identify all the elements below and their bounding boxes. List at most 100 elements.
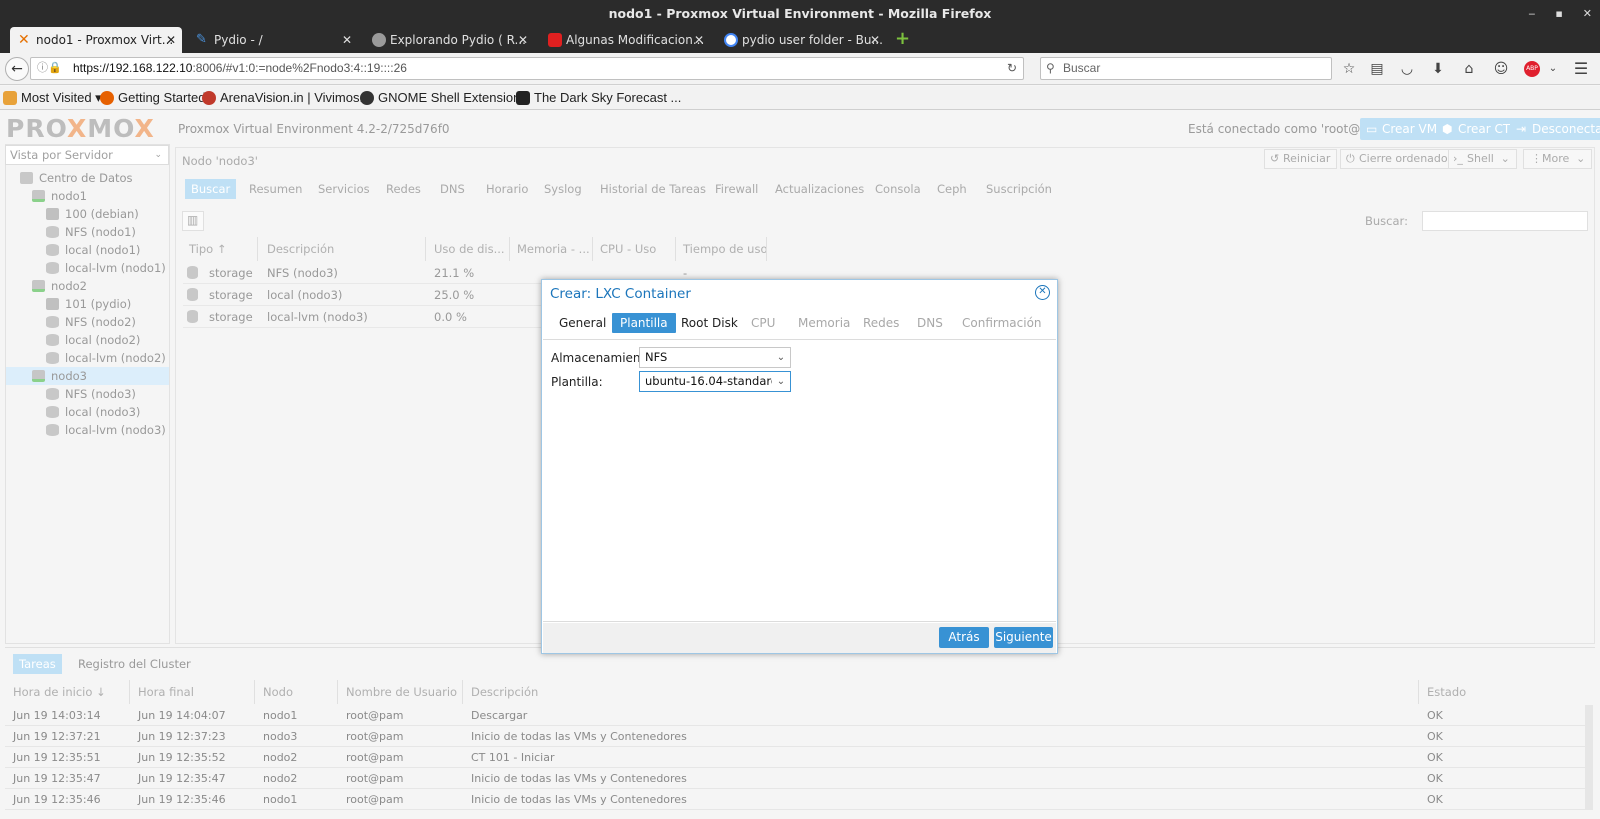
browser-tab[interactable]: Explorando Pydio ( R... ✕ (364, 27, 534, 53)
info-icon[interactable]: ⓘ🔒 (37, 58, 62, 79)
chevron-down-icon[interactable]: ⌄ (1544, 60, 1562, 78)
column-header[interactable]: Hora final (130, 680, 255, 704)
close-icon[interactable]: ✕ (1035, 285, 1050, 300)
column-header[interactable]: Uso de dis... (428, 237, 510, 261)
table-row[interactable]: Jun 19 12:35:51 Jun 19 12:35:52 nodo2 root@… (5, 747, 1585, 768)
restart-button[interactable]: ↺ Reiniciar (1264, 149, 1338, 169)
column-header[interactable]: Hora de inicio ↓ (5, 680, 130, 704)
pocket-icon[interactable]: ◡ (1398, 60, 1416, 78)
tree-item-vm[interactable]: 101 (pydio) (46, 295, 131, 313)
dialog-tab-general[interactable]: General (559, 313, 606, 333)
tab-actualizaciones[interactable]: Actualizaciones (775, 179, 864, 199)
next-step-button[interactable]: Siguiente (994, 627, 1053, 648)
tab-horario[interactable]: Horario (486, 179, 528, 199)
storage-icon (187, 288, 198, 301)
column-header[interactable]: Descripción (261, 237, 426, 261)
tab-ceph[interactable]: Ceph (937, 179, 967, 199)
bookmark-item[interactable]: The Dark Sky Forecast ... (516, 90, 681, 105)
tree-item-storage[interactable]: local-lvm (nodo3) (46, 421, 166, 439)
search-input[interactable]: ⚲ Buscar (1040, 57, 1332, 80)
close-tab-icon[interactable]: ✕ (518, 27, 528, 53)
back-step-button[interactable]: Atrás (939, 627, 989, 648)
browser-tab[interactable]: ✕ nodo1 - Proxmox Virt... ✕ (10, 27, 182, 53)
tree-item-storage[interactable]: NFS (nodo1) (46, 223, 136, 241)
home-icon[interactable]: ⌂ (1460, 60, 1478, 78)
tab-consola[interactable]: Consola (875, 179, 921, 199)
tab-suscripcion[interactable]: Suscripción (986, 179, 1052, 199)
close-icon[interactable]: ✕ (1583, 7, 1592, 20)
table-row[interactable]: Jun 19 12:37:21 Jun 19 12:37:23 nodo3 root@… (5, 726, 1585, 747)
tab-registro-cluster[interactable]: Registro del Cluster (78, 654, 191, 674)
shell-button[interactable]: ›_ Shell ⌄ (1448, 149, 1517, 169)
tab-historial[interactable]: Historial de Tareas (600, 179, 706, 199)
column-header[interactable]: Memoria - ... (511, 237, 593, 261)
tab-syslog[interactable]: Syslog (544, 179, 582, 199)
tree-item-storage[interactable]: NFS (nodo3) (46, 385, 136, 403)
bookmark-item[interactable]: Most Visited ▾ (3, 90, 102, 106)
download-icon[interactable]: ⬇ (1429, 60, 1447, 78)
shutdown-button[interactable]: ⏻ Cierre ordenado (1340, 149, 1455, 169)
reading-list-icon[interactable]: ▤ (1368, 60, 1386, 78)
tree-item-storage[interactable]: local-lvm (nodo2) (46, 349, 166, 367)
browser-tab[interactable]: pydio user folder - Bu... ✕ (716, 27, 886, 53)
close-tab-icon[interactable]: ✕ (694, 27, 704, 53)
tab-firewall[interactable]: Firewall (715, 179, 758, 199)
dialog-tab-plantilla[interactable]: Plantilla (612, 313, 676, 333)
bookmark-item[interactable]: GNOME Shell Extensions (360, 90, 527, 105)
tab-servicios[interactable]: Servicios (318, 179, 370, 199)
template-select[interactable]: ubuntu-16.04-standard_16 ⌄ (639, 371, 791, 392)
bookmark-item[interactable]: Getting Started (100, 90, 205, 105)
column-header[interactable]: Tiempo de uso (677, 237, 767, 261)
storage-select[interactable]: NFS ⌄ (639, 347, 791, 368)
tree-item-storage[interactable]: local (nodo2) (46, 331, 140, 349)
node-search-input[interactable] (1422, 211, 1588, 231)
browser-tab[interactable]: Algunas Modificacion... ✕ (540, 27, 710, 53)
adblock-icon[interactable]: ABP (1524, 61, 1540, 77)
bookmark-star-icon[interactable]: ☆ (1340, 60, 1358, 78)
tree-item-storage[interactable]: local-lvm (nodo1) (46, 259, 166, 277)
tree-item-datacenter[interactable]: Centro de Datos (20, 169, 133, 187)
columns-toggle-button[interactable]: ▥ (182, 211, 204, 231)
column-header[interactable]: Estado (1419, 680, 1585, 704)
create-ct-button[interactable]: ⬢ Crear CT (1436, 118, 1519, 140)
column-header[interactable]: CPU - Uso (594, 237, 676, 261)
tree-item-vm[interactable]: 100 (debian) (46, 205, 139, 223)
tab-tareas[interactable]: Tareas (13, 654, 62, 674)
scrollbar[interactable] (1585, 705, 1593, 810)
dialog-tab-root-disk[interactable]: Root Disk (681, 313, 738, 333)
create-vm-button[interactable]: ▭ Crear VM (1360, 118, 1446, 140)
close-tab-icon[interactable]: ✕ (342, 27, 352, 53)
reload-icon[interactable]: ↻ (1007, 58, 1017, 79)
tree-item-node[interactable]: nodo2 (32, 277, 87, 295)
menu-icon[interactable]: ☰ (1572, 60, 1590, 78)
close-tab-icon[interactable]: ✕ (870, 27, 880, 53)
tree-item-storage[interactable]: NFS (nodo2) (46, 313, 136, 331)
tree-item-node[interactable]: nodo1 (32, 187, 87, 205)
emoji-icon[interactable]: ☺ (1492, 60, 1510, 78)
bookmark-item[interactable]: ArenaVision.in | Vivimos... (202, 90, 370, 105)
tree-item-node-selected[interactable]: nodo3 (6, 367, 169, 385)
minimize-icon[interactable]: ‒ (1528, 7, 1535, 20)
table-row[interactable]: Jun 19 14:03:14 Jun 19 14:04:07 nodo1 root@… (5, 705, 1585, 726)
column-header[interactable]: Nodo (255, 680, 338, 704)
close-tab-icon[interactable]: ✕ (166, 27, 176, 53)
url-bar[interactable]: ⓘ🔒 https://192.168.122.10:8006/#v1:0:=no… (30, 57, 1024, 80)
tab-redes[interactable]: Redes (386, 179, 421, 199)
logout-button[interactable]: ⇥ Desconectar (1510, 118, 1600, 140)
browser-tab[interactable]: ✎ Pydio - / ✕ (188, 27, 358, 53)
tab-buscar[interactable]: Buscar (185, 179, 237, 199)
column-header[interactable]: Nombre de Usuario (338, 680, 463, 704)
tab-dns[interactable]: DNS (440, 179, 465, 199)
new-tab-icon[interactable]: + (895, 28, 910, 49)
back-button[interactable]: ← (5, 57, 29, 81)
maximize-icon[interactable]: ▪ (1555, 7, 1562, 20)
more-button[interactable]: ⋮ More ⌄ (1523, 149, 1593, 169)
column-header[interactable]: Tipo ↑ (183, 237, 258, 261)
tab-resumen[interactable]: Resumen (249, 179, 302, 199)
column-header[interactable]: Descripción (463, 680, 1419, 704)
tree-item-storage[interactable]: local (nodo3) (46, 403, 140, 421)
table-row[interactable]: Jun 19 12:35:47 Jun 19 12:35:47 nodo2 root@… (5, 768, 1585, 789)
table-row[interactable]: Jun 19 12:35:46 Jun 19 12:35:46 nodo1 root@… (5, 789, 1585, 810)
tree-item-storage[interactable]: local (nodo1) (46, 241, 140, 259)
view-selector[interactable]: Vista por Servidor ⌄ (5, 145, 169, 165)
